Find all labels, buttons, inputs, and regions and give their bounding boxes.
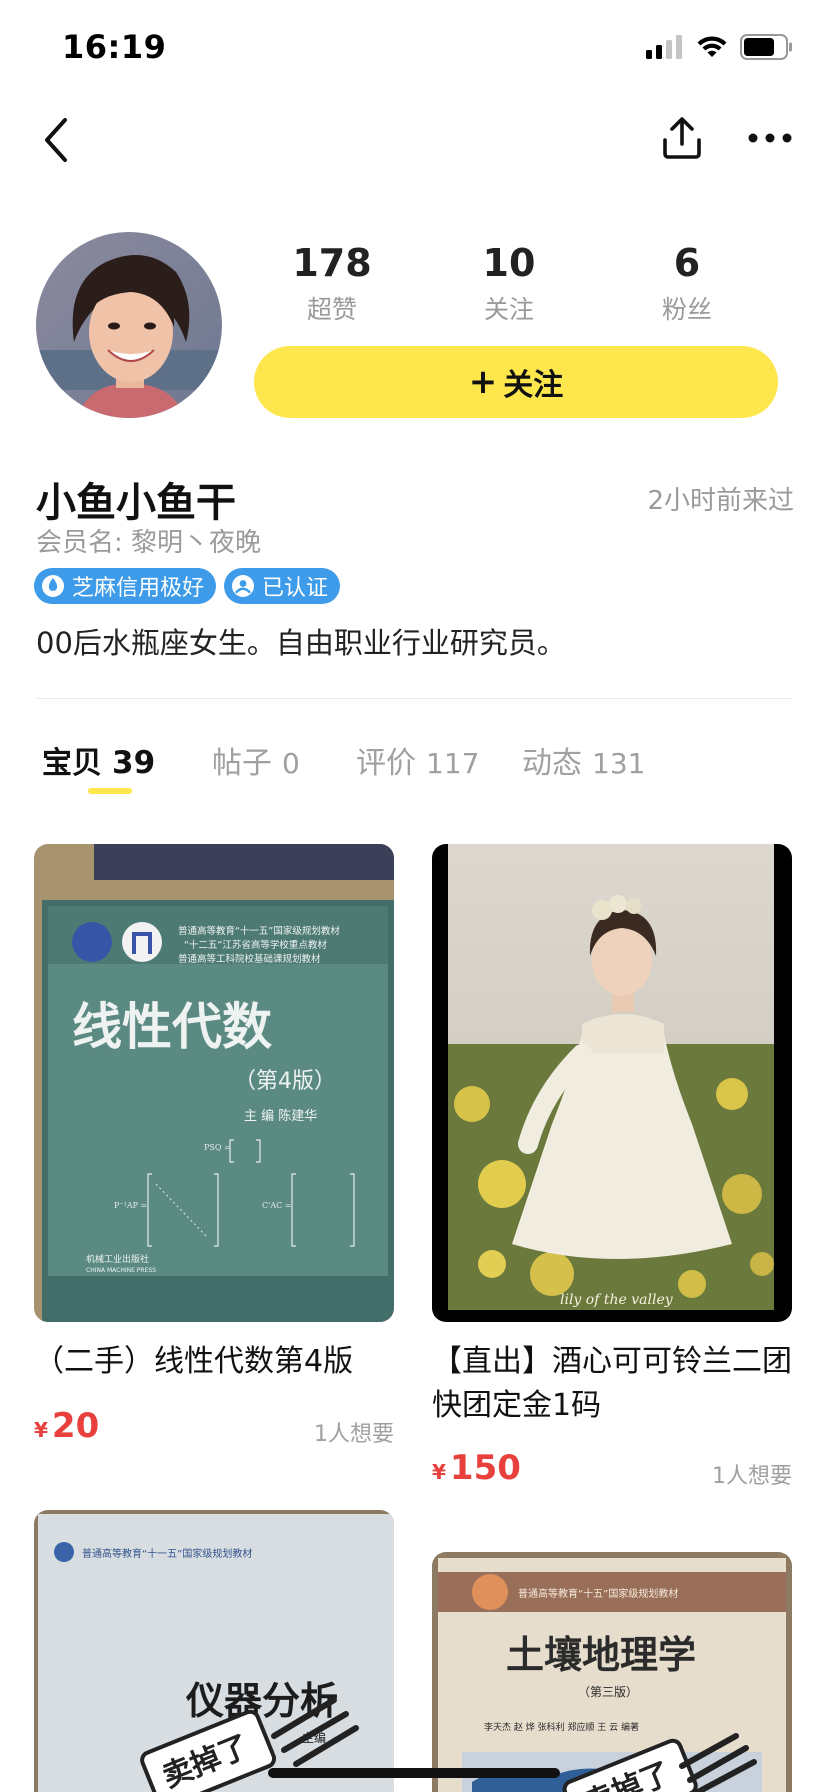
- book-header: 普通高等教育“十五”国家级规划教材: [518, 1587, 678, 1600]
- currency-symbol: ¥: [432, 1460, 446, 1484]
- nav-bar: [0, 100, 828, 180]
- product-image[interactable]: 普通高等教育“十一五”国家级规划教材 仪器分析 主编 卖掉了: [34, 1510, 394, 1792]
- product-image[interactable]: 普通高等教育“十一五”国家级规划教材 “十二五”江苏省高等学校重点教材 普通高等…: [34, 844, 394, 1322]
- product-card[interactable]: 普通高等教育“十五”国家级规划教材 土壤地理学 （第三版） 李天杰 赵 烨 张科…: [432, 1552, 792, 1792]
- more-button[interactable]: [744, 112, 796, 164]
- product-image[interactable]: 普通高等教育“十五”国家级规划教材 土壤地理学 （第三版） 李天杰 赵 烨 张科…: [432, 1552, 792, 1792]
- wants-count: 1人想要: [314, 1422, 394, 1447]
- stat-value: 10: [482, 241, 536, 285]
- share-button[interactable]: [656, 112, 708, 164]
- active-tab-indicator: [88, 788, 132, 794]
- tab-label: 帖子: [212, 746, 272, 781]
- product-price: ¥ 20: [34, 1406, 99, 1446]
- tab-activity[interactable]: 动态 131: [522, 738, 645, 782]
- price-value: 150: [449, 1448, 521, 1488]
- badge-label: 芝麻信用极好: [72, 576, 205, 601]
- product-image[interactable]: lily of the valley: [432, 844, 792, 1322]
- verified-badge[interactable]: 已认证: [224, 568, 341, 604]
- tab-count: 131: [592, 747, 646, 780]
- stat-followers[interactable]: 6 粉丝: [607, 240, 767, 326]
- badge-label: 已认证: [262, 576, 329, 601]
- product-card[interactable]: 普通高等教育“十一五”国家级规划教材 仪器分析 主编 卖掉了: [34, 1510, 394, 1792]
- home-indicator[interactable]: [268, 1768, 560, 1778]
- product-title[interactable]: 【直出】酒心可可铃兰二团快团定金1码: [432, 1340, 792, 1428]
- svg-text:P⁻¹AP =: P⁻¹AP =: [114, 1201, 147, 1210]
- book-header-line: “十二五”江苏省高等学校重点教材: [184, 939, 327, 951]
- tab-reviews[interactable]: 评价 117: [356, 738, 479, 782]
- stat-label: 粉丝: [661, 295, 712, 324]
- book-authors: 李天杰 赵 烨 张科利 郑应顺 王 云 编著: [484, 1721, 639, 1733]
- book-header-line: 普通高等工科院校基础课规划教材: [178, 953, 321, 965]
- book-title: 线性代数: [72, 998, 272, 1056]
- credit-badge[interactable]: 芝麻信用极好: [34, 568, 217, 604]
- back-button[interactable]: [34, 114, 78, 166]
- book-edition: （第4版）: [234, 1069, 336, 1094]
- tab-label: 宝贝: [42, 746, 102, 781]
- book-title: 仪器分析: [185, 1679, 338, 1723]
- bio: 00后水瓶座女生。自由职业行业研究员。: [36, 626, 566, 660]
- follow-label: 关注: [503, 368, 564, 403]
- divider: [36, 698, 792, 699]
- book-edition: （第三版）: [578, 1685, 638, 1699]
- avatar[interactable]: [36, 232, 222, 418]
- chevron-left-icon: [45, 118, 67, 162]
- battery-icon: [740, 34, 792, 60]
- last-seen: 2小时前来过: [647, 486, 794, 516]
- book-publisher: 机械工业出版社: [86, 1253, 149, 1265]
- ellipsis-icon: [748, 133, 792, 143]
- plus-icon: +: [468, 362, 498, 402]
- tab-items[interactable]: 宝贝 39: [42, 738, 155, 782]
- book-publisher-en: CHINA MACHINE PRESS: [86, 1267, 156, 1274]
- book-title: 土壤地理学: [506, 1632, 696, 1677]
- flame-drop-icon: [40, 573, 66, 599]
- follow-button[interactable]: + 关注: [254, 346, 778, 418]
- svg-text:PSQ =: PSQ =: [204, 1143, 231, 1152]
- cellular-signal-icon: [646, 35, 682, 59]
- status-bar: 16:19: [0, 0, 828, 100]
- book-author: 主 编 陈建华: [244, 1108, 317, 1124]
- verified-person-icon: [230, 573, 256, 599]
- wants-count: 1人想要: [712, 1464, 792, 1489]
- currency-symbol: ¥: [34, 1418, 48, 1442]
- photo-caption: lily of the valley: [560, 1292, 674, 1308]
- stat-likes[interactable]: 178 超赞: [252, 240, 412, 326]
- book-header: 普通高等教育“十一五”国家级规划教材: [82, 1547, 252, 1560]
- product-price: ¥ 150: [432, 1448, 521, 1488]
- book-header-line: 普通高等教育“十一五”国家级规划教材: [178, 925, 340, 937]
- stat-value: 178: [292, 241, 372, 285]
- share-upload-icon: [663, 117, 701, 159]
- wifi-icon: [697, 36, 727, 57]
- nickname: 小鱼小鱼干: [36, 480, 236, 526]
- tab-count: 117: [426, 747, 480, 780]
- status-time: 16:19: [62, 28, 167, 66]
- stat-value: 6: [673, 241, 701, 285]
- tab-count: 39: [112, 745, 156, 781]
- tab-label: 评价: [356, 746, 416, 781]
- tab-bar: 宝贝 39 帖子 0 评价 117 动态 131: [0, 738, 828, 808]
- tab-count: 0: [282, 747, 300, 780]
- product-card[interactable]: 普通高等教育“十一五”国家级规划教材 “十二五”江苏省高等学校重点教材 普通高等…: [34, 844, 394, 1464]
- price-value: 20: [51, 1406, 100, 1446]
- badges: 芝麻信用极好 已认证: [34, 568, 341, 604]
- profile-stats: 178 超赞 10 关注 6 粉丝: [252, 240, 792, 330]
- stat-label: 超赞: [306, 295, 357, 324]
- product-card[interactable]: lily of the valley 【直出】酒心可可铃兰二团快团定金1码 ¥ …: [432, 844, 792, 1504]
- stat-label: 关注: [483, 295, 534, 324]
- product-title[interactable]: （二手）线性代数第4版: [34, 1340, 394, 1384]
- avatar-photo: [36, 232, 222, 418]
- status-icons: [646, 34, 794, 60]
- tab-label: 动态: [522, 746, 582, 781]
- svg-text:C'AC =: C'AC =: [262, 1201, 291, 1210]
- tab-posts[interactable]: 帖子 0: [212, 738, 300, 782]
- stat-following[interactable]: 10 关注: [429, 240, 589, 326]
- member-name: 会员名: 黎明丶夜晚: [36, 528, 262, 558]
